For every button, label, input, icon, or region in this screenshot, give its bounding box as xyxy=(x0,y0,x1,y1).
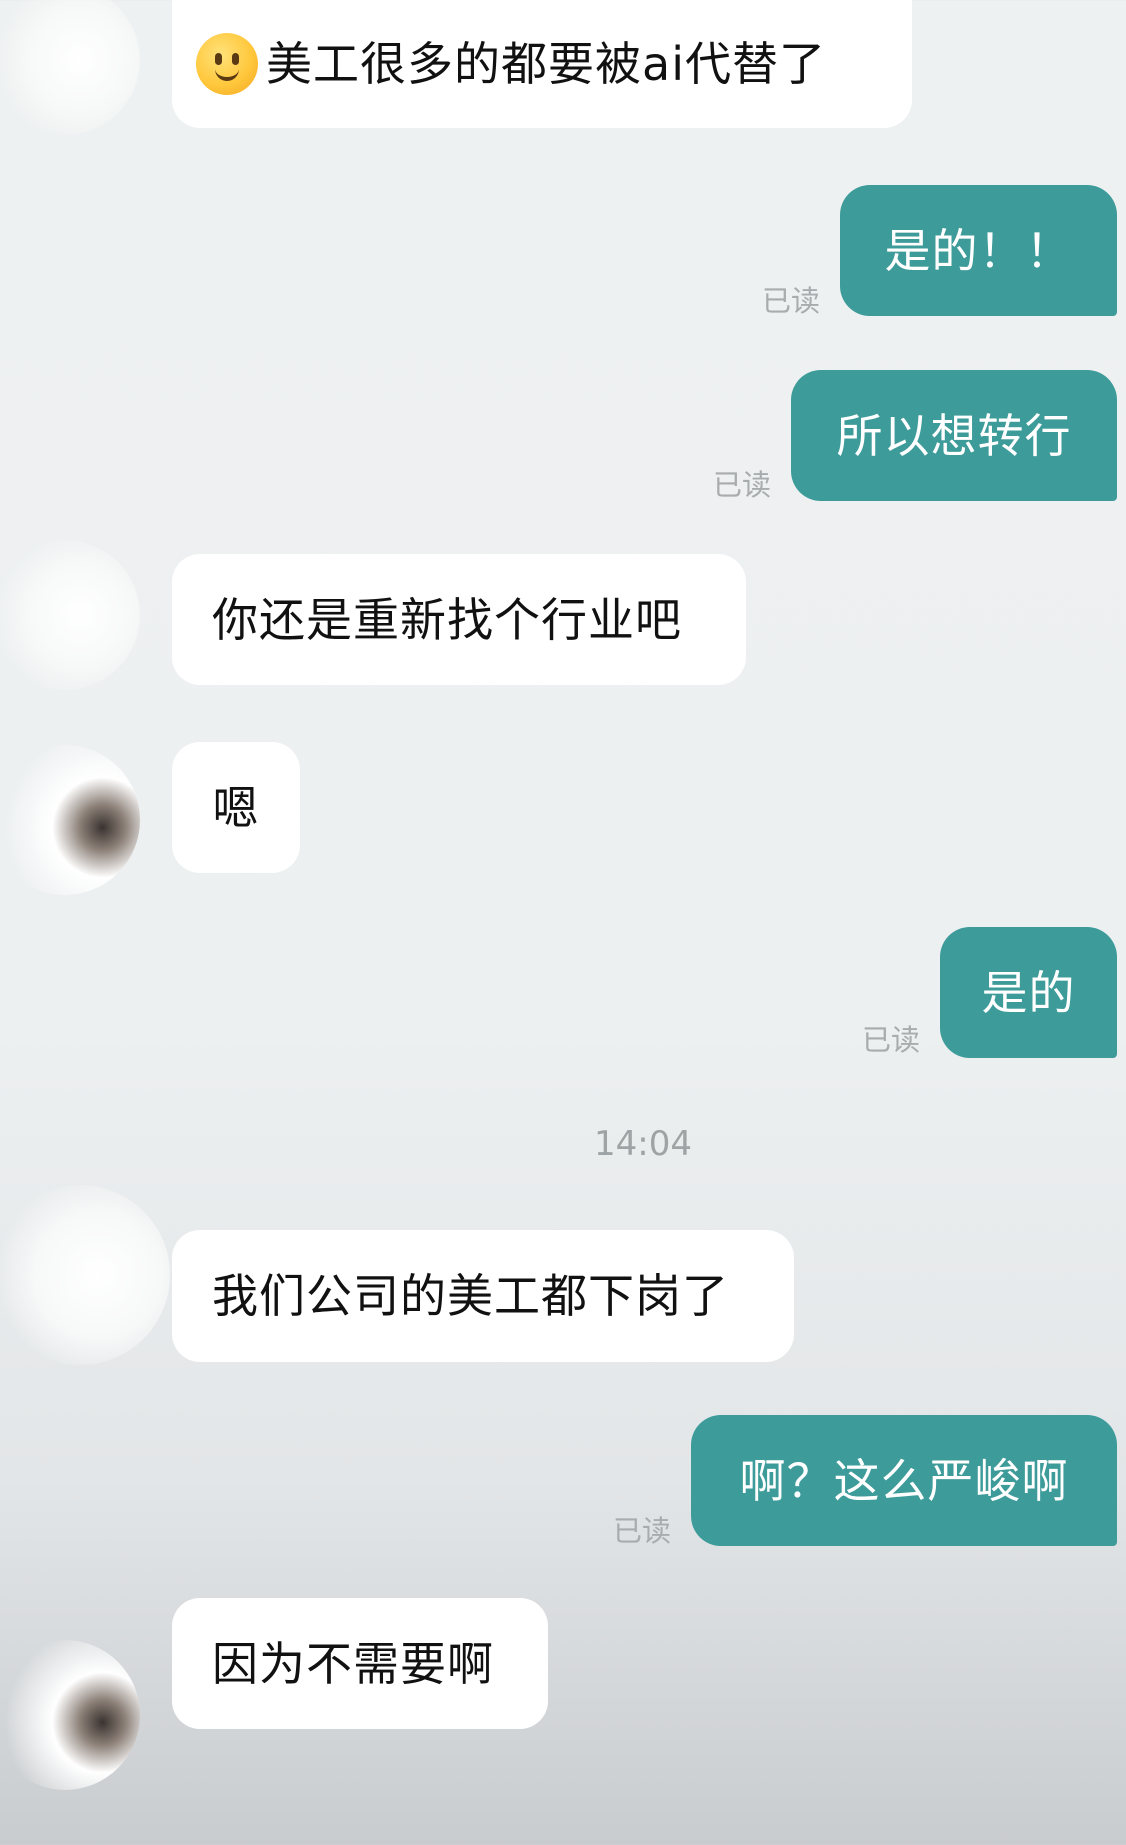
read-receipt: 已读 xyxy=(762,284,821,318)
message-text: 我们公司的美工都下岗了 xyxy=(212,1269,729,1323)
sender-avatar[interactable] xyxy=(0,1185,170,1365)
sender-avatar[interactable] xyxy=(0,0,140,135)
read-receipt: 已读 xyxy=(713,468,772,502)
message-bubble[interactable]: 啊？这么严峻啊 xyxy=(691,1415,1117,1546)
message-text: 是的 xyxy=(981,965,1076,1020)
message-text: 美工很多的都要被ai代替了 xyxy=(266,37,826,91)
message-text: 你还是重新找个行业吧 xyxy=(212,592,682,647)
message-bubble[interactable]: 是的 xyxy=(940,927,1117,1058)
message-bubble[interactable]: 所以想转行 xyxy=(791,370,1117,501)
chat-window: 美工很多的都要被ai代替了 已读 是的！！ 已读 所以想转行 你还是重新找个行业… xyxy=(0,0,1126,1845)
message-bubble[interactable]: 我们公司的美工都下岗了 xyxy=(172,1230,794,1362)
message-text: 啊？这么严峻啊 xyxy=(739,1453,1069,1508)
message-bubble[interactable]: 嗯 xyxy=(172,742,300,873)
message-timestamp: 14:04 xyxy=(594,1124,692,1164)
message-bubble[interactable]: 因为不需要啊 xyxy=(172,1598,548,1729)
smiling-face-emoji-icon xyxy=(196,33,258,95)
sender-avatar[interactable] xyxy=(0,1640,140,1790)
message-text: 所以想转行 xyxy=(836,408,1072,463)
read-receipt: 已读 xyxy=(862,1023,921,1057)
message-text: 是的！！ xyxy=(884,223,1073,278)
sender-avatar[interactable] xyxy=(0,745,140,895)
message-bubble[interactable]: 美工很多的都要被ai代替了 xyxy=(172,0,912,128)
message-text: 因为不需要啊 xyxy=(212,1636,494,1691)
message-text: 嗯 xyxy=(212,780,260,835)
message-bubble[interactable]: 是的！！ xyxy=(840,185,1117,316)
message-bubble[interactable]: 你还是重新找个行业吧 xyxy=(172,554,746,685)
sender-avatar[interactable] xyxy=(0,540,140,690)
read-receipt: 已读 xyxy=(613,1514,672,1548)
